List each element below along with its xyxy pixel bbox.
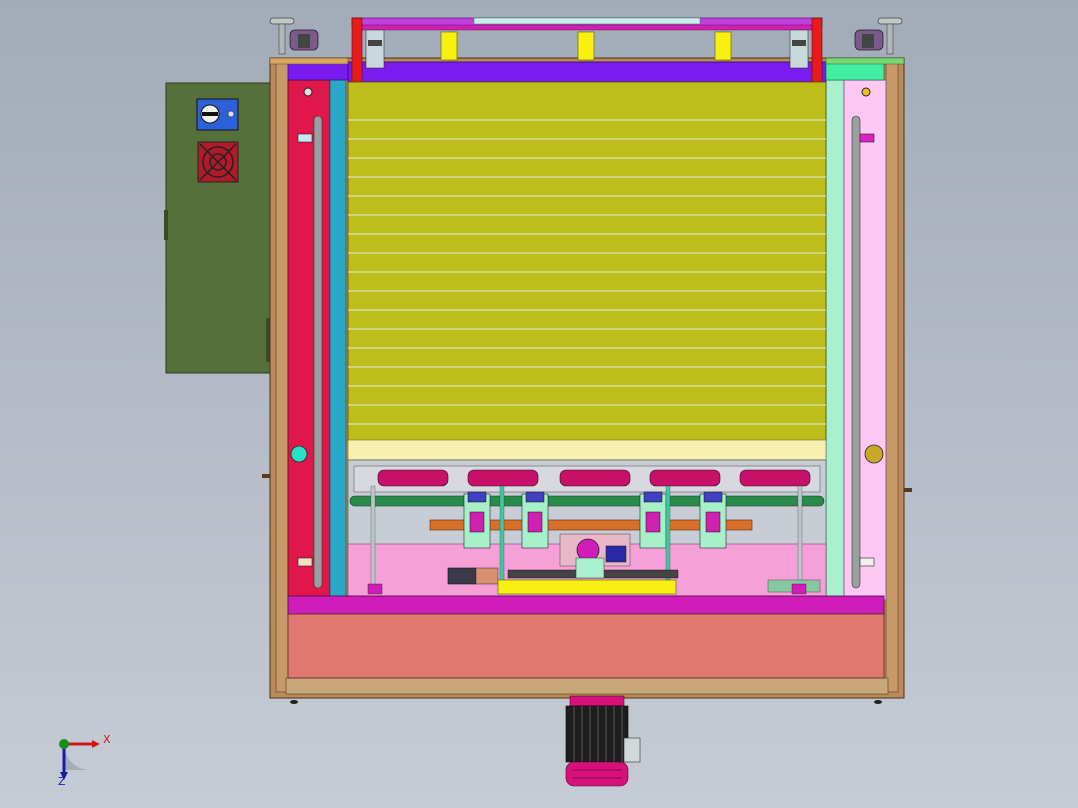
heating-chamber <box>347 81 827 461</box>
clamp-unit <box>639 491 667 549</box>
drive-motor <box>565 695 641 787</box>
control-box <box>164 82 271 374</box>
lower-mechanism <box>347 459 827 597</box>
z-axis-label: Z <box>58 775 66 788</box>
rotary-switch-icon <box>196 98 239 131</box>
roller <box>559 469 631 487</box>
right-mint-strip <box>825 79 845 601</box>
x-axis-label: X <box>103 733 111 746</box>
right-pink-column <box>843 79 887 601</box>
cad-viewport[interactable]: X Z <box>0 0 1078 808</box>
roller <box>377 469 449 487</box>
bottom-panel <box>287 613 885 679</box>
leveling-foot-left <box>269 17 319 55</box>
magenta-base-rail <box>287 595 885 615</box>
machine-drawing <box>59 17 912 787</box>
clamp-unit <box>463 491 491 549</box>
roller <box>649 469 721 487</box>
clamp-unit <box>699 491 727 549</box>
fan-grille-icon <box>197 141 239 183</box>
orientation-triad-icon <box>59 739 100 780</box>
leveling-foot-right <box>854 17 903 55</box>
roller <box>467 469 539 487</box>
roller <box>739 469 811 487</box>
left-red-column <box>287 79 331 601</box>
clamp-unit <box>521 491 549 549</box>
left-cyan-strip <box>329 79 347 601</box>
